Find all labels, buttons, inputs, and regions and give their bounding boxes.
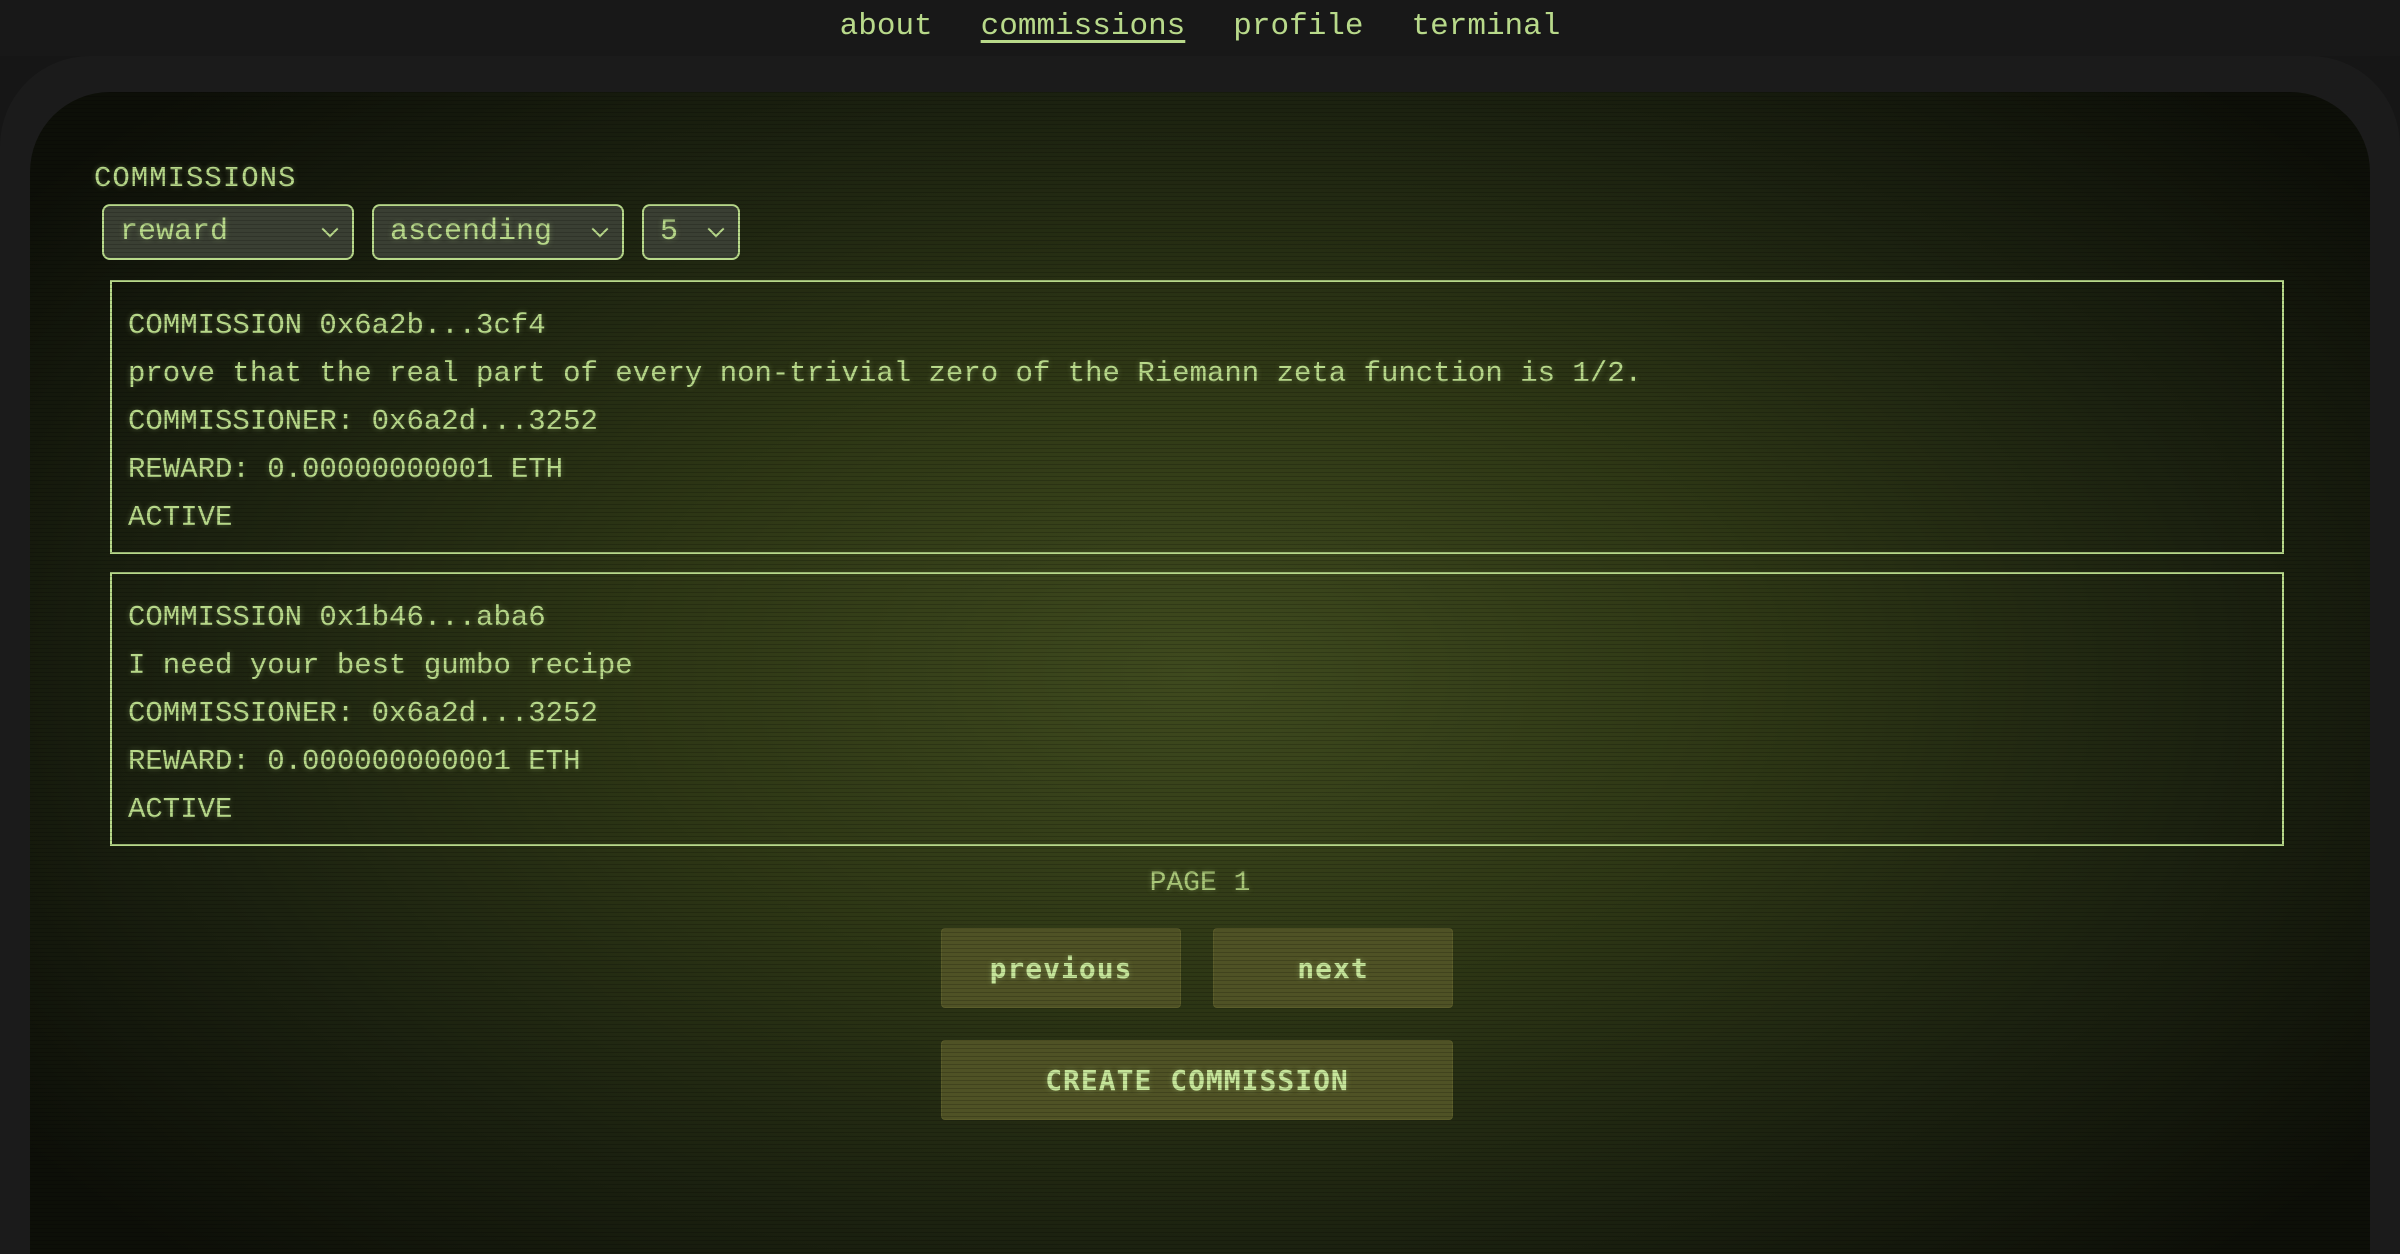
crt-screen: COMMISSIONS reward ascending 5 COMMISSIO… — [30, 92, 2370, 1254]
commission-commissioner: COMMISSIONER: 0x6a2d...3252 — [128, 697, 598, 730]
page-size-select[interactable]: 5 — [642, 204, 740, 260]
chevron-down-icon — [591, 220, 609, 238]
previous-page-button[interactable]: previous — [941, 928, 1181, 1008]
commission-card[interactable]: COMMISSION 0x6a2b...3cf4 prove that the … — [110, 280, 2284, 554]
commission-description: I need your best gumbo recipe — [128, 649, 633, 682]
commissions-panel: COMMISSIONS reward ascending 5 COMMISSIO… — [30, 92, 2370, 1254]
commission-id: COMMISSION 0x1b46...aba6 — [128, 601, 546, 634]
page-size-value: 5 — [660, 215, 679, 249]
commission-reward: REWARD: 0.00000000001 ETH — [128, 453, 564, 486]
commission-status: ACTIVE — [128, 501, 233, 534]
top-nav: about commissions profile terminal — [0, 0, 2400, 56]
commission-reward: REWARD: 0.000000000001 ETH — [128, 745, 581, 778]
nav-link-about[interactable]: about — [840, 9, 933, 48]
page-title: COMMISSIONS — [94, 162, 297, 195]
nav-link-profile[interactable]: profile — [1233, 9, 1363, 48]
filter-controls: reward ascending 5 — [102, 204, 740, 260]
commission-status: ACTIVE — [128, 793, 233, 826]
sort-order-select[interactable]: ascending — [372, 204, 624, 260]
page-indicator: PAGE 1 — [1149, 868, 1251, 899]
chevron-down-icon — [707, 220, 725, 238]
sort-order-value: ascending — [390, 215, 553, 249]
sort-by-value: reward — [120, 215, 229, 249]
create-commission-button[interactable]: CREATE COMMISSION — [941, 1040, 1453, 1120]
next-page-button[interactable]: next — [1213, 928, 1453, 1008]
commission-id: COMMISSION 0x6a2b...3cf4 — [128, 309, 546, 342]
commission-card[interactable]: COMMISSION 0x1b46...aba6 I need your bes… — [110, 572, 2284, 846]
nav-link-commissions[interactable]: commissions — [981, 9, 1186, 48]
commission-commissioner: COMMISSIONER: 0x6a2d...3252 — [128, 405, 598, 438]
chevron-down-icon — [321, 220, 339, 238]
nav-link-terminal[interactable]: terminal — [1412, 9, 1561, 48]
commission-description: prove that the real part of every non-tr… — [128, 357, 1643, 390]
sort-by-select[interactable]: reward — [102, 204, 354, 260]
